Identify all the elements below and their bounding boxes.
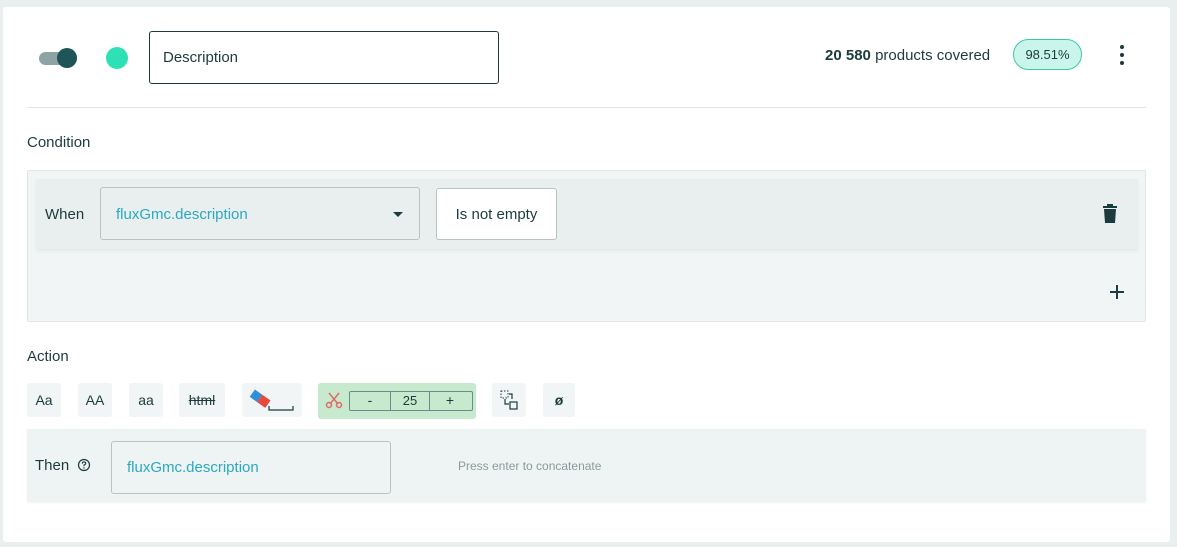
then-value-input[interactable]: [111, 441, 391, 494]
then-box: Then Press enter to concatenate: [27, 429, 1146, 502]
strip-html-label: html: [188, 392, 216, 408]
toggle-knob: [57, 48, 77, 68]
lowercase-button[interactable]: aa: [129, 383, 163, 417]
truncate-increment-button[interactable]: +: [430, 392, 470, 410]
condition-section-label: Condition: [27, 134, 91, 151]
replace-button[interactable]: [492, 383, 526, 417]
more-options-icon[interactable]: [1113, 45, 1131, 65]
trash-icon[interactable]: [1102, 204, 1118, 224]
condition-operator-button[interactable]: Is not empty: [436, 188, 557, 240]
concatenate-hint: Press enter to concatenate: [458, 459, 602, 473]
condition-field-value: fluxGmc.description: [116, 206, 248, 223]
truncate-group: - 25 +: [318, 383, 476, 419]
condition-row: When fluxGmc.description Is not empty: [36, 179, 1138, 249]
then-label: Then: [35, 457, 70, 474]
coverage-summary: 20 580 products covered: [825, 47, 990, 64]
header-divider: [27, 107, 1146, 108]
action-section-label: Action: [27, 348, 69, 365]
plus-icon[interactable]: [1108, 283, 1126, 301]
condition-field-select[interactable]: fluxGmc.description: [100, 187, 420, 240]
truncate-decrement-button[interactable]: -: [350, 392, 390, 410]
strip-html-button[interactable]: html: [179, 383, 225, 417]
caret-down-icon: [393, 212, 403, 217]
empty-value-label: ø: [554, 392, 564, 408]
condition-box: When fluxGmc.description Is not empty: [27, 170, 1146, 322]
capitalize-button[interactable]: Aa: [27, 383, 61, 417]
truncate-length-value[interactable]: 25: [390, 392, 430, 410]
uppercase-button[interactable]: AA: [78, 383, 112, 417]
rule-card: 20 580 products covered 98.51% Condition…: [3, 7, 1170, 542]
coverage-percent-badge: 98.51%: [1013, 39, 1082, 70]
empty-value-button[interactable]: ø: [543, 383, 575, 417]
rule-name-input[interactable]: [149, 31, 499, 84]
capitalize-label: Aa: [35, 392, 53, 408]
erase-spaces-button[interactable]: [242, 383, 302, 417]
status-dot: [106, 47, 128, 69]
rule-enabled-toggle[interactable]: [39, 48, 79, 68]
coverage-count: 20 580: [825, 47, 871, 64]
truncate-stepper: - 25 +: [349, 391, 473, 411]
uppercase-label: AA: [85, 392, 105, 408]
replace-icon: [500, 390, 518, 410]
eraser-icon: [249, 389, 294, 411]
scissors-icon: [325, 392, 343, 409]
coverage-suffix: products covered: [875, 47, 991, 64]
help-icon[interactable]: [77, 458, 91, 472]
lowercase-label: aa: [138, 392, 154, 408]
when-label: When: [45, 206, 85, 223]
